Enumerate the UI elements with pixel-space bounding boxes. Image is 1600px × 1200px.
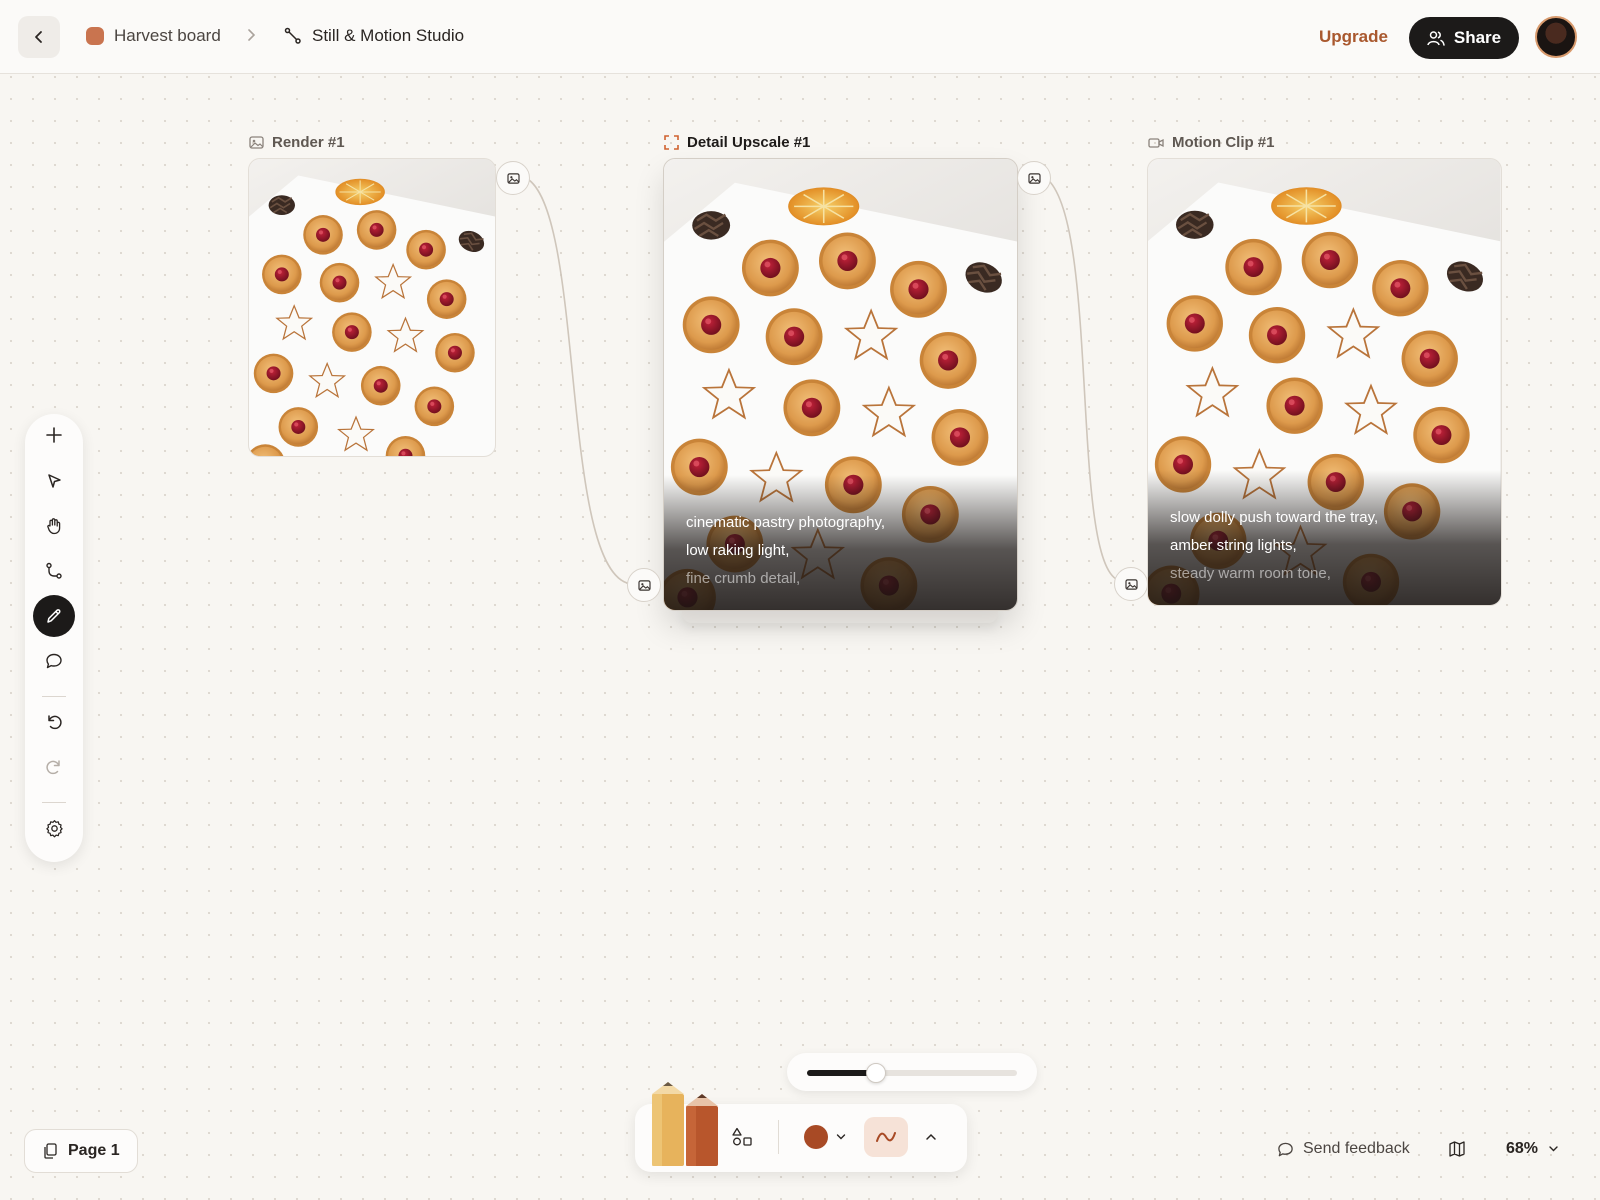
add-icon — [46, 427, 62, 443]
wire-upscale-to-motion — [1045, 177, 1119, 581]
minimap-button[interactable] — [1448, 1140, 1466, 1163]
chevron-right-icon — [246, 26, 258, 49]
image-icon — [506, 172, 520, 184]
select-pointer-icon — [48, 474, 61, 488]
back-button[interactable] — [18, 16, 60, 58]
redo-icon — [46, 760, 60, 775]
toolbar-divider — [42, 802, 66, 803]
motion-prompt: slow dolly push toward the tray, amber s… — [1170, 504, 1378, 588]
comment-tool[interactable] — [33, 640, 75, 682]
pencil-icon — [47, 609, 61, 623]
node-title-motion[interactable]: Motion Clip #1 — [1148, 134, 1275, 151]
node-title-render[interactable]: Render #1 — [249, 134, 345, 151]
zoom-control[interactable]: 68% — [1506, 1140, 1559, 1158]
cookie-photo-image — [249, 159, 495, 456]
board-name: Harvest board — [114, 26, 221, 45]
render-output-port[interactable] — [496, 161, 530, 195]
chevron-up-icon — [926, 1133, 936, 1140]
pencil-yellow-icon — [652, 1082, 684, 1166]
tool-palette — [25, 414, 83, 862]
color-swatch — [804, 1125, 828, 1149]
drawbar-divider — [778, 1120, 779, 1154]
chevron-left-icon — [35, 31, 42, 43]
map-icon — [1449, 1141, 1465, 1157]
send-feedback-button[interactable]: Send feedback — [1277, 1140, 1410, 1158]
stroke-curve-icon — [876, 1132, 896, 1142]
image-icon — [637, 579, 651, 591]
video-camera-icon — [1148, 137, 1164, 148]
pencil-rust-icon — [686, 1094, 718, 1166]
upscale-input-port[interactable] — [627, 568, 661, 602]
board-color-icon — [86, 27, 104, 45]
node-title-text: Render #1 — [272, 134, 345, 151]
upscale-frame-icon — [664, 135, 679, 150]
top-bar: Harvest board Still & Motion Studio Upgr… — [0, 0, 1600, 74]
node-title-upscale[interactable]: Detail Upscale #1 — [664, 134, 810, 151]
render-node-card[interactable] — [248, 158, 496, 457]
image-icon — [1027, 172, 1041, 184]
prompt-line: slow dolly push toward the tray, — [1170, 509, 1379, 526]
prompt-line: cinematic pastry photography, — [686, 514, 885, 531]
upscale-prompt: cinematic pastry photography, low raking… — [686, 509, 885, 593]
users-icon — [1427, 31, 1445, 46]
connect-icon — [46, 562, 62, 579]
wire-render-to-upscale — [525, 177, 628, 584]
prompt-line: fine crumb detail, — [686, 570, 801, 587]
node-title-text: Detail Upscale #1 — [687, 134, 811, 151]
studio-name: Still & Motion Studio — [312, 26, 465, 45]
shapes-icon — [732, 1127, 752, 1146]
workflow-icon — [284, 27, 301, 44]
zoom-level: 68% — [1506, 1140, 1539, 1157]
prompt-line: steady warm room tone, — [1170, 565, 1331, 582]
chevron-down-icon — [1549, 1146, 1558, 1152]
share-label: Share — [1453, 28, 1502, 47]
color-picker[interactable] — [800, 1120, 850, 1154]
undo-button[interactable] — [33, 701, 75, 743]
upscale-output-port[interactable] — [1017, 161, 1051, 195]
stroke-size-slider[interactable] — [787, 1053, 1037, 1091]
comment-icon — [46, 653, 62, 669]
undo-icon — [48, 715, 62, 730]
draw-tool[interactable] — [33, 595, 75, 637]
expand-toolbar-button[interactable] — [918, 1120, 944, 1154]
connect-tool[interactable] — [33, 550, 75, 592]
shapes-button[interactable] — [728, 1120, 758, 1154]
add-node-tool[interactable] — [33, 414, 75, 456]
image-icon — [1124, 578, 1138, 590]
page-label: Page 1 — [68, 1142, 120, 1159]
avatar[interactable] — [1535, 16, 1577, 58]
page-selector[interactable]: Page 1 — [24, 1129, 138, 1173]
pencil-swatches[interactable] — [650, 1076, 722, 1166]
toolbar-divider — [42, 696, 66, 697]
hand-icon — [47, 518, 61, 535]
pan-tool[interactable] — [33, 505, 75, 547]
feedback-label: Send feedback — [1303, 1140, 1410, 1157]
settings-gear-icon — [45, 819, 63, 837]
motion-input-port[interactable] — [1114, 567, 1148, 601]
upgrade-link[interactable]: Upgrade — [1319, 27, 1388, 47]
node-title-text: Motion Clip #1 — [1172, 134, 1275, 151]
prompt-line: amber string lights, — [1170, 537, 1297, 554]
upscale-node-card[interactable]: cinematic pastry photography, low raking… — [663, 158, 1018, 611]
breadcrumb-studio[interactable]: Still & Motion Studio — [284, 26, 464, 46]
pages-icon — [44, 1143, 57, 1159]
select-tool[interactable] — [33, 460, 75, 502]
stroke-style-button[interactable] — [864, 1117, 908, 1157]
comment-icon — [1278, 1142, 1293, 1156]
prompt-line: low raking light, — [686, 542, 790, 559]
breadcrumb-board[interactable]: Harvest board — [86, 26, 221, 46]
redo-button[interactable] — [33, 746, 75, 788]
image-icon — [249, 136, 264, 149]
motion-node-card[interactable]: slow dolly push toward the tray, amber s… — [1147, 158, 1502, 606]
slider-track[interactable] — [807, 1063, 1017, 1083]
chevron-down-icon — [836, 1134, 846, 1140]
share-button[interactable]: Share — [1409, 17, 1519, 59]
settings-button[interactable] — [33, 807, 75, 849]
slider-thumb[interactable] — [866, 1063, 887, 1083]
